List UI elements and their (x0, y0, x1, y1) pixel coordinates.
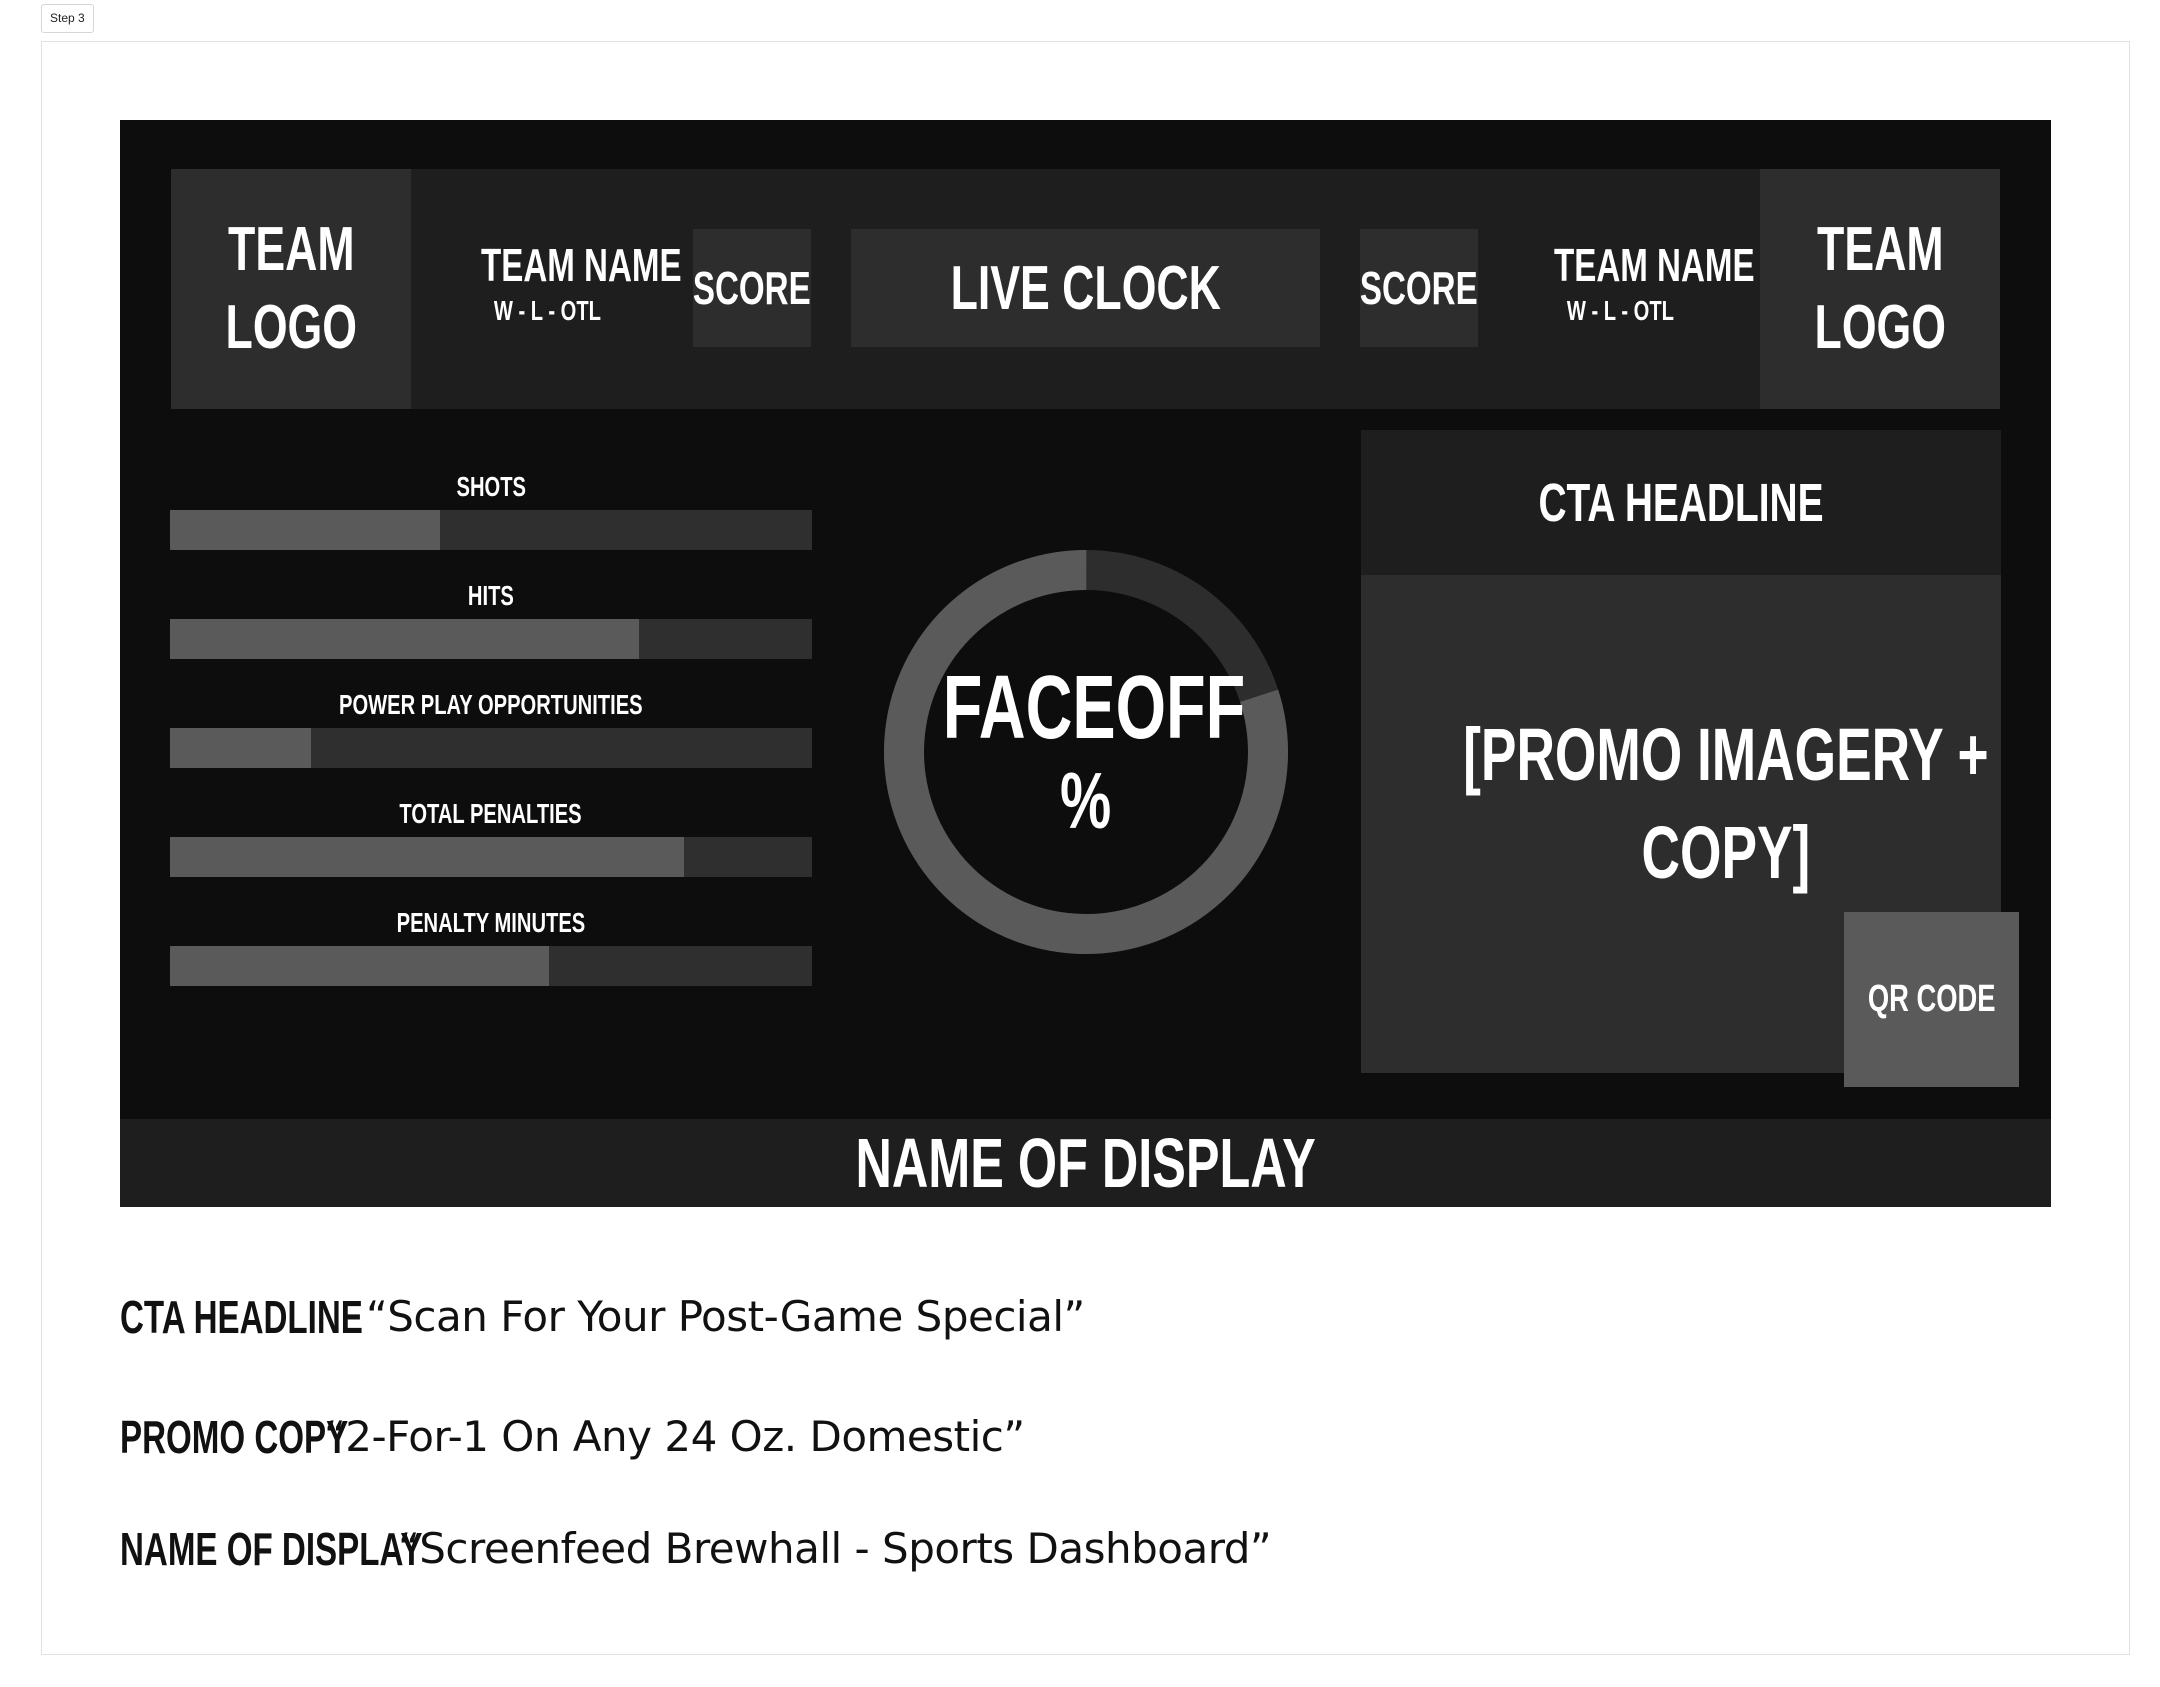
stat-bar (170, 728, 812, 768)
display-name-bar: NAME OF DISPLAY (120, 1119, 2051, 1207)
stat-power-play-opportunities: POWER PLAY OPPORTUNITIES (170, 688, 812, 768)
stat-label: HITS (468, 580, 514, 611)
stat-total-penalties: TOTAL PENALTIES (170, 797, 812, 877)
live-clock-label: LIVE CLOCK (950, 253, 1221, 323)
faceoff-readout: FACEOFF % (884, 660, 1288, 846)
stat-bar (170, 946, 812, 986)
home-score: SCORE (693, 229, 811, 347)
home-logo-label: TEAM LOGO (225, 215, 357, 362)
away-team-logo: TEAM LOGO (1760, 169, 2000, 409)
note-key: NAME OF DISPLAY (120, 1523, 423, 1575)
note-cta-headline: CTA HEADLINE “Scan For Your Post-Game Sp… (120, 1290, 1085, 1344)
stat-label: TOTAL PENALTIES (399, 798, 583, 829)
away-team-record: W - L - OTL (1566, 295, 1674, 326)
stat-label: POWER PLAY OPPORTUNITIES (339, 689, 643, 720)
away-score: SCORE (1360, 229, 1478, 347)
stat-bar-fill (170, 728, 312, 768)
away-logo-label: TEAM LOGO (1814, 215, 1946, 362)
home-team-logo: TEAM LOGO (171, 169, 411, 409)
note-key: CTA HEADLINE (120, 1291, 363, 1343)
away-team-name: TEAM NAME (1553, 239, 1755, 291)
dashboard-mockup: TEAM LOGO TEAM NAME W - L - OTL SCORE LI… (120, 120, 2051, 1207)
note-value: “Scan For Your Post-Game Special” (366, 1292, 1085, 1341)
live-clock: LIVE CLOCK (851, 229, 1320, 347)
note-value: “2-For-1 On Any 24 Oz. Domestic” (324, 1412, 1025, 1461)
home-score-label: SCORE (693, 262, 811, 314)
stat-shots: SHOTS (170, 470, 812, 550)
stat-bar (170, 619, 812, 659)
stat-bar (170, 510, 812, 550)
home-team-info: TEAM NAME W - L - OTL (442, 239, 682, 329)
faceoff-title: FACEOFF (942, 658, 1246, 758)
stat-label: SHOTS (456, 471, 526, 502)
cta-headline-box: CTA HEADLINE (1361, 430, 2001, 575)
stat-bar-fill (170, 619, 639, 659)
note-value: “Screenfeed Brewhall - Sports Dashboard” (398, 1524, 1272, 1573)
scorebar: TEAM LOGO TEAM NAME W - L - OTL SCORE LI… (171, 169, 2000, 409)
stat-bar-fill (170, 837, 684, 877)
stat-penalty-minutes: PENALTY MINUTES (170, 906, 812, 986)
note-key: PROMO COPY (120, 1411, 349, 1463)
home-team-name: TEAM NAME (480, 239, 682, 291)
stat-label: PENALTY MINUTES (396, 907, 586, 938)
promo-copy: [PROMO IMAGERY + COPY] (1463, 713, 1989, 894)
away-team-info: TEAM NAME W - L - OTL (1515, 239, 1755, 329)
step-tag: Step 3 (41, 4, 94, 33)
qr-code: QR CODE (1844, 912, 2019, 1087)
qr-code-label: QR CODE (1867, 978, 1996, 1020)
away-score-label: SCORE (1360, 262, 1478, 314)
note-name-of-display: NAME OF DISPLAY “Screenfeed Brewhall - S… (120, 1522, 1272, 1576)
stat-bar-fill (170, 946, 549, 986)
display-name: NAME OF DISPLAY (855, 1124, 1316, 1202)
faceoff-unit: % (1060, 756, 1112, 845)
home-team-record: W - L - OTL (493, 295, 601, 326)
stat-bar-fill (170, 510, 440, 550)
cta-headline: CTA HEADLINE (1538, 472, 1824, 533)
stat-hits: HITS (170, 579, 812, 659)
stat-bar (170, 837, 812, 877)
note-promo-copy: PROMO COPY “2-For-1 On Any 24 Oz. Domest… (120, 1410, 1025, 1464)
